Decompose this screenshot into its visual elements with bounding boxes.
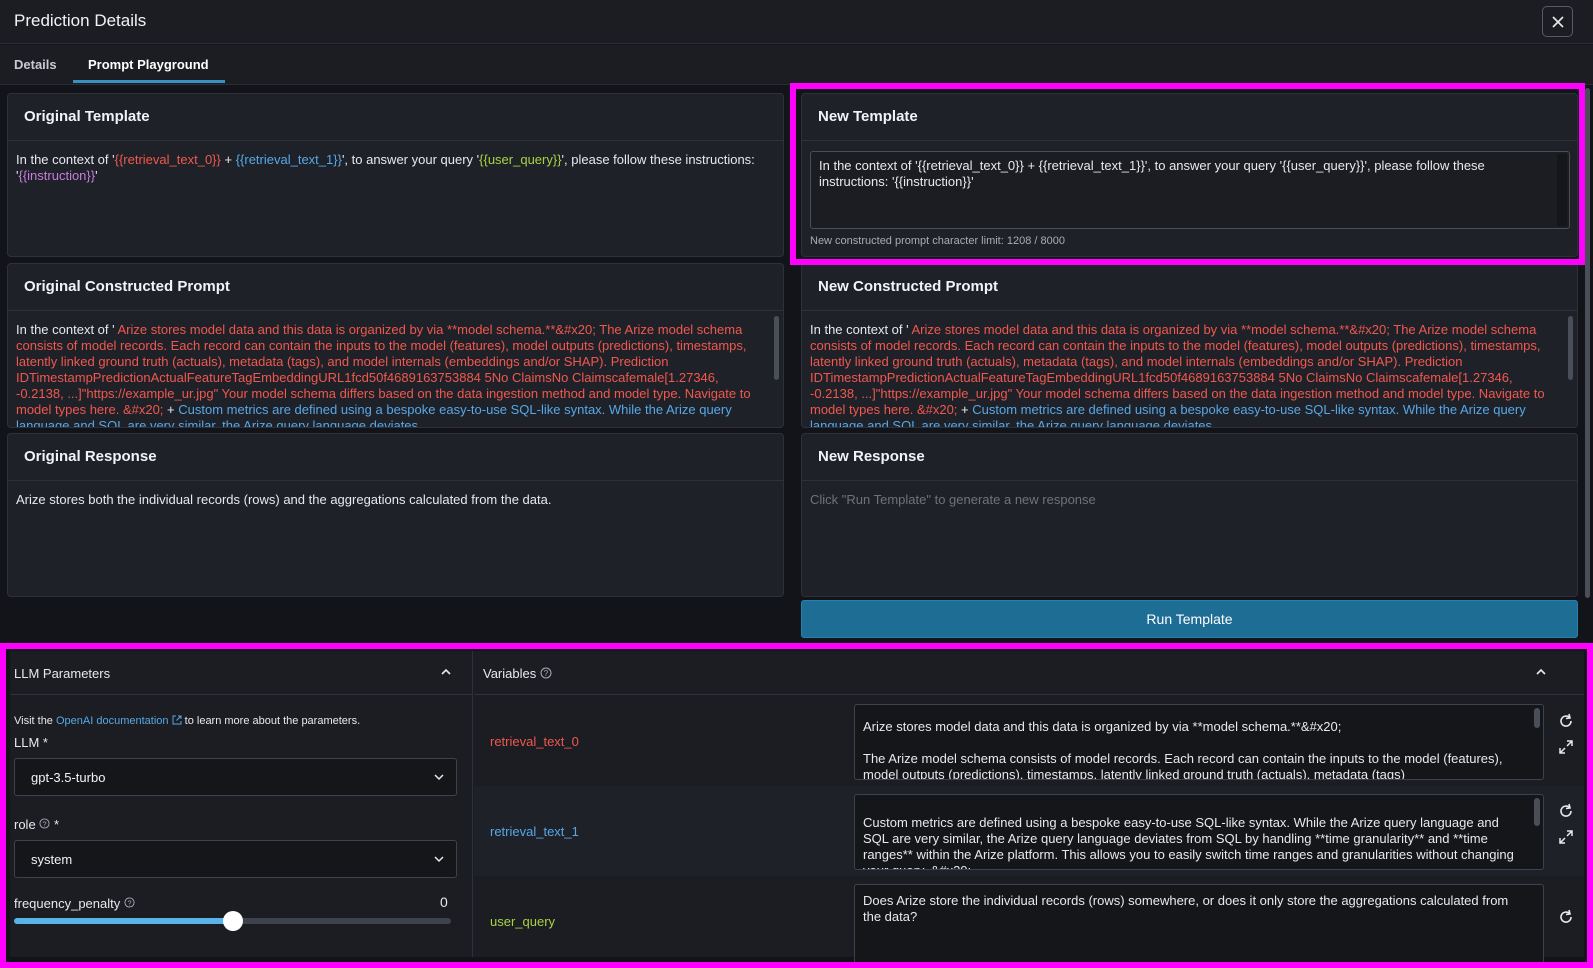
panel-title: New Template [818, 108, 918, 125]
svg-text:?: ? [127, 898, 131, 907]
help-icon[interactable]: ? [39, 818, 50, 829]
llm-parameters-panel: LLM Parameters Visit the OpenAI document… [10, 651, 473, 957]
active-tab-indicator [73, 80, 225, 83]
variable-value-field[interactable]: Custom metrics are defined using a bespo… [854, 794, 1544, 870]
var-token-instruction: {{instruction}} [18, 168, 96, 183]
llm-info-text: Visit the OpenAI documentation to learn … [14, 715, 361, 727]
variable-name: retrieval_text_1 [490, 824, 579, 839]
slider-fill [14, 918, 233, 924]
svg-text:?: ? [43, 819, 47, 828]
original-constructed-text: In the context of ' Arize stores model d… [16, 322, 751, 428]
original-template-text: In the context of '{{retrieval_text_0}} … [16, 152, 755, 183]
chevron-up-icon[interactable] [441, 667, 451, 677]
variables-title: Variables ? [483, 666, 552, 681]
variable-row-retrieval-text-1: retrieval_text_1 Custom metrics are defi… [474, 786, 1584, 876]
role-select[interactable]: system [14, 840, 457, 878]
panel-title: New Response [818, 448, 925, 465]
external-link-icon [172, 715, 182, 725]
expand-icon[interactable] [1557, 828, 1575, 846]
scrollbar[interactable] [774, 316, 779, 380]
variable-row-user-query: user_query Does Arize store the individu… [474, 876, 1584, 964]
new-response-placeholder: Click "Run Template" to generate a new r… [810, 492, 1096, 507]
new-constructed-text: In the context of ' Arize stores model d… [810, 322, 1545, 428]
llm-label: LLM * [14, 735, 48, 750]
refresh-icon[interactable] [1557, 712, 1575, 730]
original-template-panel: Original Template In the context of '{{r… [7, 93, 784, 257]
scrollbar[interactable] [1568, 316, 1573, 380]
original-response-text: Arize stores both the individual records… [16, 492, 552, 507]
bottom-section: LLM Parameters Visit the OpenAI document… [10, 651, 1584, 964]
tab-details[interactable]: Details [14, 57, 57, 72]
var-token-retrieval-text-1: {{retrieval_text_1}} [235, 152, 342, 167]
new-constructed-prompt-panel: New Constructed Prompt In the context of… [801, 263, 1578, 428]
frequency-penalty-slider[interactable] [14, 911, 451, 931]
frequency-penalty-value: 0 [440, 894, 448, 910]
tab-bar: Details Prompt Playground [0, 45, 1593, 85]
modal-title: Prediction Details [14, 11, 147, 30]
variable-value-field[interactable]: Arize stores model data and this data is… [854, 704, 1544, 780]
char-limit-text: New constructed prompt character limit: … [810, 235, 1065, 247]
var-token-retrieval-text-0: {{retrieval_text_0}} [114, 152, 221, 167]
new-template-panel: New Template In the context of '{{retrie… [801, 93, 1578, 257]
variable-name: retrieval_text_0 [490, 734, 579, 749]
refresh-icon[interactable] [1557, 908, 1575, 926]
var-token-user-query: {{user_query}} [479, 152, 562, 167]
expand-icon[interactable] [1557, 738, 1575, 756]
help-icon[interactable]: ? [124, 897, 135, 908]
close-button[interactable] [1542, 6, 1573, 37]
role-label: role ? * [14, 817, 59, 832]
panel-title: Original Constructed Prompt [24, 278, 230, 295]
variables-panel: Variables ? retrieval_text_0 Arize store… [474, 651, 1584, 964]
slider-thumb[interactable] [222, 911, 243, 931]
frequency-penalty-label: frequency_penalty ? [14, 896, 135, 911]
original-response-panel: Original Response Arize stores both the … [7, 433, 784, 597]
panel-title: Original Template [24, 108, 150, 125]
llm-parameters-header[interactable]: LLM Parameters [10, 651, 473, 695]
tab-prompt-playground[interactable]: Prompt Playground [88, 57, 209, 72]
chevron-up-icon[interactable] [1536, 667, 1546, 677]
variable-row-retrieval-text-0: retrieval_text_0 Arize stores model data… [474, 696, 1584, 786]
original-constructed-prompt-panel: Original Constructed Prompt In the conte… [7, 263, 784, 428]
openai-docs-link[interactable]: OpenAI documentation [56, 715, 169, 727]
new-response-panel: New Response Click "Run Template" to gen… [801, 433, 1578, 597]
chevron-down-icon [434, 856, 444, 863]
modal-header: Prediction Details [0, 0, 1593, 44]
close-icon [1551, 15, 1564, 28]
refresh-icon[interactable] [1557, 802, 1575, 820]
llm-parameters-title: LLM Parameters [14, 666, 111, 681]
help-icon[interactable]: ? [540, 667, 552, 679]
main-scrollbar[interactable] [1585, 88, 1590, 598]
chevron-down-icon [434, 774, 444, 781]
panel-title: Original Response [24, 448, 157, 465]
run-template-button[interactable]: Run Template [801, 600, 1578, 638]
variable-value-field[interactable]: Does Arize store the individual records … [854, 884, 1544, 964]
panel-title: New Constructed Prompt [818, 278, 999, 295]
svg-text:?: ? [544, 669, 549, 678]
variables-header[interactable]: Variables ? [474, 651, 1584, 695]
new-template-editor[interactable]: In the context of '{{retrieval_text_0}} … [810, 151, 1570, 229]
llm-select[interactable]: gpt-3.5-turbo [14, 758, 457, 796]
variable-name: user_query [490, 914, 556, 929]
